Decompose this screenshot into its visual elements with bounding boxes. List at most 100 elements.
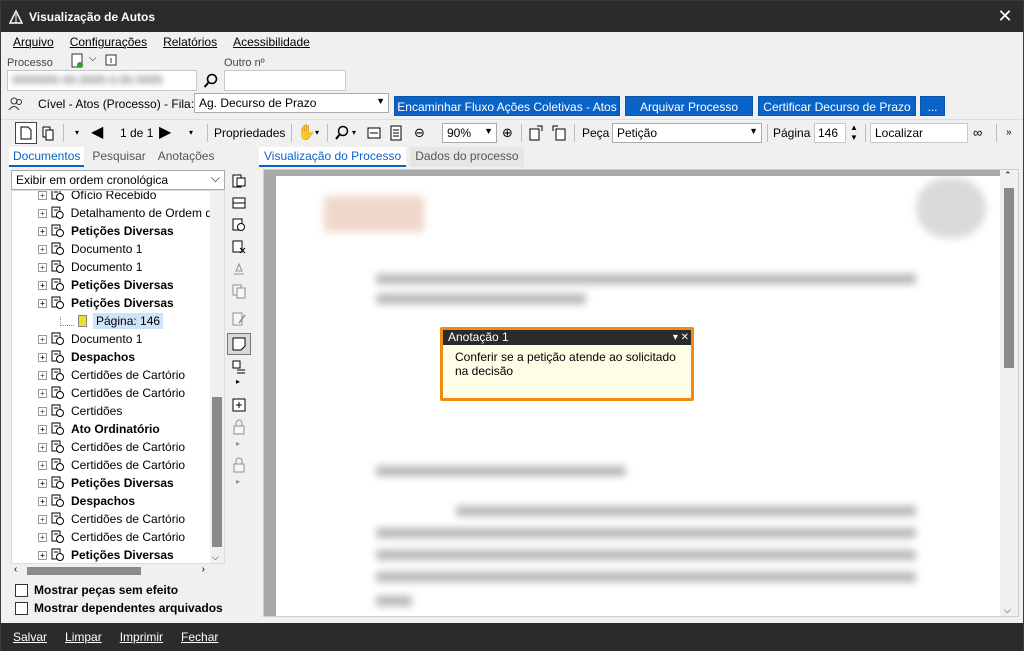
expand-icon[interactable]: + [38,478,47,488]
expand-icon[interactable]: + [38,514,47,524]
page-view-button[interactable] [15,122,37,144]
info-icon[interactable] [105,54,117,66]
localizar-input[interactable]: Localizar [870,123,968,143]
close-icon[interactable]: ✕ [995,6,1015,26]
fechar-button[interactable]: Fechar [181,630,218,644]
expand-icon[interactable]: + [38,442,47,452]
zoom-icon[interactable] [334,123,350,143]
binoculars-icon[interactable]: ∞ [973,123,982,143]
expand-icon[interactable]: + [38,334,47,344]
tree-item[interactable]: + Petições Diversas [12,294,212,312]
imprimir-button[interactable]: Imprimir [120,630,163,644]
chevron-down-icon[interactable]: ▾ [315,123,319,143]
annotation-text[interactable]: Conferir se a petição atende ao solicita… [443,345,691,383]
tree-item[interactable]: + Petições Diversas [12,276,212,294]
search-icon[interactable] [203,73,219,89]
zoom-out-icon[interactable]: ⊖ [414,123,425,143]
tree-item[interactable]: + Ofício Recebido [12,191,212,204]
expand-icon[interactable]: + [38,532,47,542]
tree-scrollbar-thumb[interactable] [212,397,222,547]
annotation-header[interactable]: Anotação 1 ▾ ✕ [443,330,691,345]
expand-icon[interactable]: + [38,460,47,470]
tree-item[interactable]: + Petições Diversas [12,546,212,563]
tree-item[interactable]: + Documento 1 [12,240,212,258]
tree-item[interactable]: + Petições Diversas [12,474,212,492]
expand-icon[interactable]: + [38,208,47,218]
new-document-icon[interactable] [69,53,85,69]
fit-page-icon[interactable] [389,123,403,143]
list-icon[interactable] [231,195,247,211]
tab-dados-processo[interactable]: Dados do processo [410,147,524,167]
tab-documentos[interactable]: Documentos [9,147,85,167]
chevron-down-icon[interactable]: ▾ [352,123,356,143]
expand-icon[interactable]: + [38,280,47,290]
tree-item[interactable]: + Certidões de Cartório [12,456,212,474]
menu-relatorios[interactable]: Relatórios [163,35,217,49]
annotation-popup[interactable]: Anotação 1 ▾ ✕ Conferir se a petição ate… [440,327,694,401]
tree-item[interactable]: + Certidões [12,402,212,420]
tree-item[interactable]: + Certidões de Cartório [12,510,212,528]
zoom-select[interactable]: 90% ▼ [442,123,497,143]
chevron-down-icon[interactable]: ⌵ [89,53,97,64]
tree-item[interactable]: + Certidões de Cartório [12,528,212,546]
nav-first-icon[interactable]: ▾ [75,123,79,143]
tree-item[interactable]: + Documento 1 [12,258,212,276]
viewer-scrollbar[interactable]: ⌃ ⌵ [1000,170,1018,616]
checkbox-box[interactable] [15,583,28,597]
expand-icon[interactable]: + [38,496,47,506]
scroll-up-icon[interactable]: ⌃ [1004,170,1012,181]
pagina-input[interactable]: 146 [814,123,846,143]
encaminhar-fluxo-button[interactable]: Encaminhar Fluxo Ações Coletivas - Atos [394,96,620,116]
limpar-button[interactable]: Limpar [65,630,102,644]
rotate-back-icon[interactable] [551,123,567,143]
fila-select[interactable]: Ag. Decurso de Prazo ▼ [194,93,389,113]
tab-anotacoes[interactable]: Anotações [154,147,219,167]
expand-icon[interactable]: + [38,226,47,236]
annotation-controls-icon[interactable]: ▾ ✕ [673,330,689,345]
add-annotation-icon[interactable] [231,397,247,413]
pagina-stepper[interactable]: ▲ ▼ [850,123,860,143]
expand-icon[interactable]: + [38,388,47,398]
salvar-button[interactable]: Salvar [13,630,47,644]
tree-item[interactable]: + Despachos [12,492,212,510]
tree-item[interactable]: + Petições Diversas [12,222,212,240]
chevron-right-icon[interactable]: ▸ [236,377,240,386]
nav-last-icon[interactable]: ▾ [189,123,193,143]
expand-icon[interactable]: + [38,298,47,308]
pages-icon[interactable] [41,123,55,143]
tree-item[interactable]: + Certidões de Cartório [12,384,212,402]
scroll-down-icon[interactable]: ⌵ [212,552,219,563]
expand-icon[interactable]: + [38,352,47,362]
tree-item[interactable]: + Despachos [12,348,212,366]
more-actions-button[interactable]: ... [920,96,945,116]
tab-pesquisar[interactable]: Pesquisar [88,147,149,167]
tree-item[interactable]: + Certidões de Cartório [12,366,212,384]
tree-scrollbar[interactable]: ⌵ [210,191,224,563]
toolbar-more-icon[interactable]: » [1006,123,1012,143]
mostrar-pecas-checkbox[interactable]: Mostrar peças sem efeito [15,581,178,599]
peca-select[interactable]: Petição ▼ [612,123,762,143]
expand-icon[interactable]: + [38,424,47,434]
scroll-down-icon[interactable]: ⌵ [1004,605,1011,616]
tree-expand-icon[interactable] [231,173,247,189]
expand-icon[interactable]: + [38,370,47,380]
menu-configuracoes[interactable]: Configurações [70,35,147,49]
certificate-remove-icon[interactable] [231,239,247,255]
menu-acessibilidade[interactable]: Acessibilidade [233,35,310,49]
expand-icon[interactable]: + [38,244,47,254]
outro-input[interactable] [224,70,346,91]
tree-order-select[interactable]: Exibir em ordem cronológica ⌵ [11,170,225,190]
expand-icon[interactable]: + [38,406,47,416]
scroll-right-icon[interactable]: › [202,564,205,575]
certificar-decurso-button[interactable]: Certificar Decurso de Prazo [758,96,916,116]
expand-icon[interactable]: + [38,191,47,200]
certificate-icon[interactable] [231,217,247,233]
mostrar-dependentes-checkbox[interactable]: Mostrar dependentes arquivados [15,599,223,617]
processo-input[interactable]: 0000000-00.0000.0.00.0000 [7,70,197,91]
zoom-in-icon[interactable]: ⊕ [502,123,513,143]
properties-button[interactable]: Propriedades [214,123,285,143]
hand-icon[interactable]: ✋ [297,123,316,143]
annotation-tool-button[interactable] [227,333,251,355]
tree-horizontal-scrollbar[interactable]: ‹ › [11,564,225,578]
fit-width-icon[interactable] [367,123,381,143]
